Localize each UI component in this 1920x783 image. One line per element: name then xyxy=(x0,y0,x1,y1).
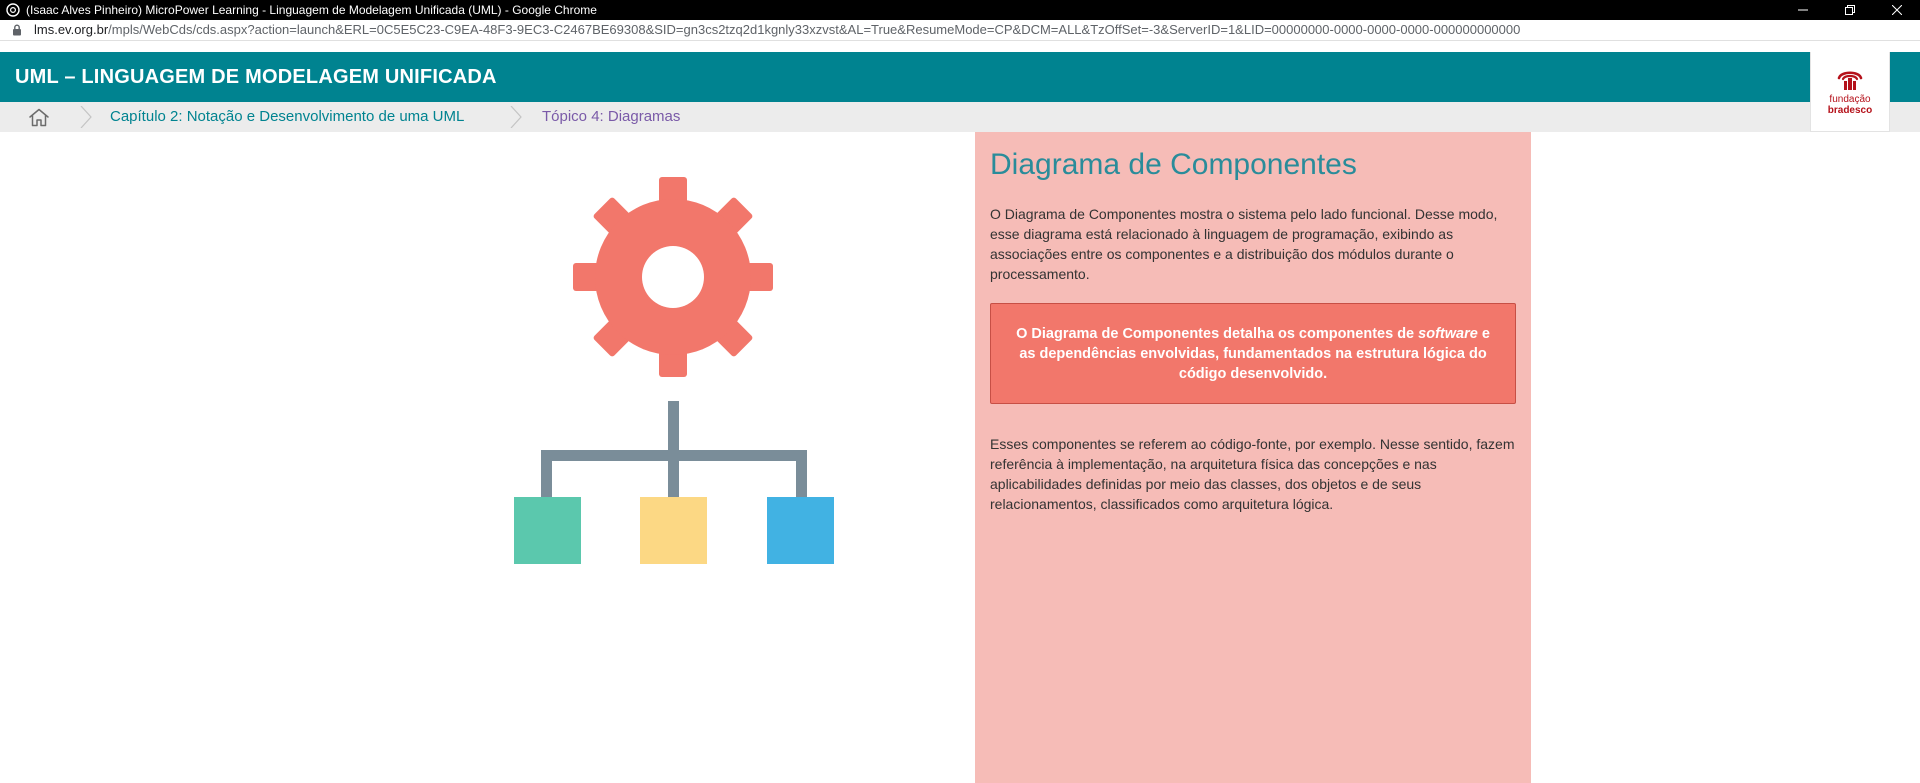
url-text[interactable]: lms.ev.org.br/mpls/WebCds/cds.aspx?actio… xyxy=(34,20,1520,40)
close-icon xyxy=(1892,5,1902,15)
component-box-blue xyxy=(767,497,834,564)
highlight-callout: O Diagrama de Componentes detalha os com… xyxy=(990,303,1516,404)
component-box-green xyxy=(514,497,581,564)
close-button[interactable] xyxy=(1874,0,1920,20)
breadcrumb: Capítulo 2: Notação e Desenvolvimento de… xyxy=(0,102,1920,132)
chevron-right-icon xyxy=(80,106,92,128)
chrome-icon xyxy=(6,3,20,17)
course-header: UML – LINGUAGEM DE MODELAGEM UNIFICADA xyxy=(0,52,1920,102)
breadcrumb-topic: Tópico 4: Diagramas xyxy=(542,108,681,125)
callout-text-start: O Diagrama de Componentes detalha os com… xyxy=(1016,325,1419,342)
page-title: Diagrama de Componentes xyxy=(990,148,1357,181)
window-title: (Isaac Alves Pinheiro) MicroPower Learni… xyxy=(26,3,597,17)
chevron-right-icon xyxy=(510,106,522,128)
component-box-yellow xyxy=(640,497,707,564)
fundacao-bradesco-logo[interactable]: fundação bradesco xyxy=(1810,52,1890,132)
home-icon[interactable] xyxy=(28,108,50,127)
component-diagram-illustration xyxy=(514,177,834,564)
window-title-bar: (Isaac Alves Pinheiro) MicroPower Learni… xyxy=(0,0,1920,20)
intro-paragraph: O Diagrama de Componentes mostra o siste… xyxy=(990,206,1498,282)
callout-emphasis: software xyxy=(1418,325,1478,342)
gear-icon xyxy=(573,177,773,377)
url-host: lms.ev.org.br xyxy=(34,22,109,37)
lock-icon xyxy=(13,24,21,36)
url-path: /mpls/WebCds/cds.aspx?action=launch&ERL=… xyxy=(108,22,1521,37)
bradesco-logo-icon xyxy=(1837,70,1863,90)
breadcrumb-chapter-link[interactable]: Capítulo 2: Notação e Desenvolvimento de… xyxy=(110,102,464,132)
restore-icon xyxy=(1845,5,1855,15)
minimize-button[interactable] xyxy=(1780,0,1826,20)
restore-button[interactable] xyxy=(1827,0,1873,20)
hierarchy-connector xyxy=(541,401,807,498)
minimize-icon xyxy=(1798,9,1808,11)
logo-line-1: fundação xyxy=(1829,93,1871,105)
callout-text: O Diagrama de Componentes detalha os com… xyxy=(1009,324,1497,384)
address-bar[interactable]: lms.ev.org.br/mpls/WebCds/cds.aspx?actio… xyxy=(0,20,1920,41)
course-title: UML – LINGUAGEM DE MODELAGEM UNIFICADA xyxy=(15,66,497,88)
logo-line-2: bradesco xyxy=(1827,104,1873,116)
content-panel: Diagrama de Componentes O Diagrama de Co… xyxy=(975,132,1531,783)
detail-paragraph: Esses componentes se referem ao código-f… xyxy=(990,436,1515,512)
